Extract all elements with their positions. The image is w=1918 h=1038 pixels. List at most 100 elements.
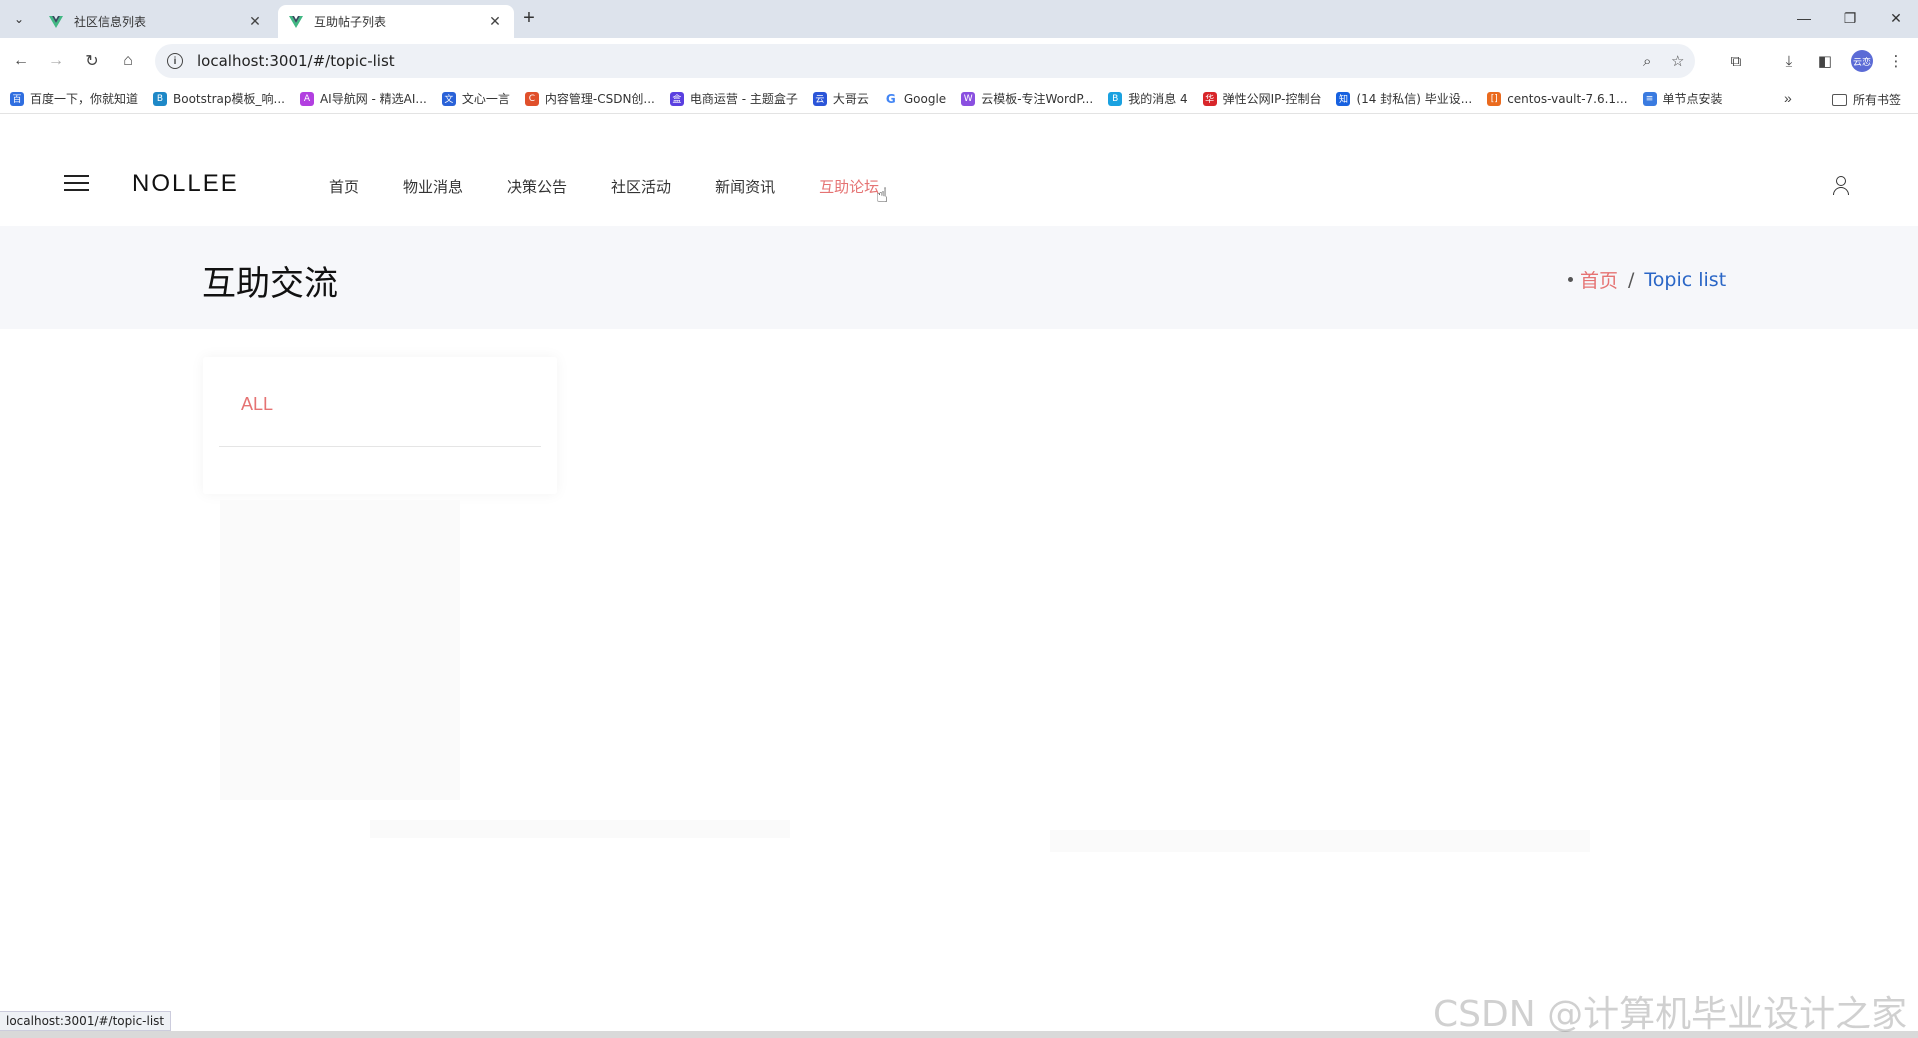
site-info-icon[interactable]: i: [167, 53, 183, 69]
new-tab-button[interactable]: +: [518, 8, 540, 30]
watermark: CSDN @计算机毕业设计之家: [1433, 994, 1908, 1035]
vue-icon: [289, 15, 303, 28]
bookmark-label: AI导航网 - 精选AI...: [319, 92, 427, 106]
bookmark-item[interactable]: 盒电商运营 - 主题盒子: [669, 90, 798, 107]
breadcrumb-home-link[interactable]: 首页: [1580, 266, 1618, 293]
breadcrumb-current: Topic list: [1644, 268, 1727, 291]
vue-icon: [49, 15, 63, 28]
page-title: 互助交流: [202, 264, 338, 304]
bookmark-favicon-icon: A: [299, 91, 314, 106]
bookmark-label: 云模板-专注WordP...: [981, 92, 1094, 106]
bookmark-item[interactable]: G Google: [883, 91, 947, 106]
bookmark-favicon-icon: 文: [441, 91, 456, 106]
filter-all-link[interactable]: ALL: [241, 394, 273, 415]
bookmark-favicon-icon: 盒: [669, 91, 684, 106]
bookmark-label: (14 封私信) 毕业设...: [1356, 92, 1473, 106]
zoom-icon[interactable]: ⌕: [1643, 44, 1651, 78]
bookmark-label: Bootstrap模板_响...: [173, 92, 285, 106]
hand-cursor-icon: ☝: [876, 185, 889, 207]
browser-toolbar: ← → ↻ ⌂ i localhost:3001/#/topic-list ⌕ …: [0, 38, 1918, 84]
bookmark-favicon-icon: C: [524, 91, 539, 106]
tab-search-dropdown-icon[interactable]: ⌄: [8, 8, 30, 30]
site-logo[interactable]: NOLLEE: [132, 170, 239, 198]
home-icon[interactable]: ⌂: [116, 49, 140, 73]
restore-icon[interactable]: ❐: [1832, 6, 1868, 30]
breadcrumb-separator: /: [1628, 268, 1635, 291]
all-bookmarks-button[interactable]: 所有书签: [1832, 91, 1901, 108]
reload-icon[interactable]: ↻: [80, 49, 104, 73]
nav-decision-notices[interactable]: 决策公告: [507, 176, 567, 197]
breadcrumb: 首页 / Topic list: [1568, 266, 1726, 293]
close-window-icon[interactable]: ✕: [1878, 6, 1914, 30]
download-icon[interactable]: ⤓: [1777, 49, 1801, 73]
google-icon: G: [883, 91, 898, 106]
bookmark-favicon-icon: []: [1487, 91, 1502, 106]
bookmark-favicon-icon: 云: [812, 91, 827, 106]
bookmark-item[interactable]: B 我的消息 4: [1108, 90, 1188, 107]
browser-tab-active[interactable]: 互助帖子列表 ✕: [278, 5, 514, 38]
bookmarks-overflow-icon[interactable]: »: [1784, 90, 1792, 106]
user-account-icon[interactable]: [1832, 176, 1850, 196]
hamburger-menu-icon[interactable]: [64, 175, 89, 193]
main-nav: 首页 物业消息 决策公告 社区活动 新闻资讯 互助论坛: [329, 176, 923, 197]
bookmark-favicon-icon: W: [961, 91, 976, 106]
layers-icon: ≡: [1642, 91, 1657, 106]
bookmark-label: 文心一言: [461, 92, 510, 106]
bookmark-item[interactable]: ≡ 单节点安装: [1642, 90, 1723, 107]
bookmark-label: 弹性公网IP-控制台: [1222, 92, 1322, 106]
bookmark-label: centos-vault-7.6.1...: [1507, 91, 1628, 106]
nav-news[interactable]: 新闻资讯: [715, 176, 775, 197]
bookmark-label: 电商运营 - 主题盒子: [689, 92, 798, 106]
bookmark-favicon-icon: 百: [10, 91, 24, 106]
address-bar[interactable]: i localhost:3001/#/topic-list ⌕ ☆: [155, 44, 1695, 78]
huawei-icon: 华: [1202, 91, 1217, 106]
side-panel-icon[interactable]: ◧: [1813, 49, 1837, 73]
nav-community-activities[interactable]: 社区活动: [611, 176, 671, 197]
loading-placeholder: [210, 500, 1610, 880]
browser-tab-bar: ⌄ 社区信息列表 ✕ 互助帖子列表 ✕ + — ❐ ✕: [0, 0, 1918, 38]
bookmark-star-icon[interactable]: ☆: [1671, 44, 1684, 78]
bookmark-label: 百度一下，你就知道: [30, 92, 139, 106]
extensions-icon[interactable]: ⧉: [1724, 49, 1748, 73]
bookmark-item[interactable]: 云大哥云: [812, 90, 869, 107]
bookmark-item[interactable]: [] centos-vault-7.6.1...: [1487, 91, 1628, 106]
category-filter-card: ALL: [203, 357, 557, 494]
nav-home[interactable]: 首页: [329, 176, 359, 197]
bookmark-item[interactable]: W 云模板-专注WordP...: [961, 90, 1093, 107]
status-bar-url: localhost:3001/#/topic-list: [0, 1011, 172, 1031]
all-bookmarks-label: 所有书签: [1853, 93, 1902, 107]
nav-property-messages[interactable]: 物业消息: [403, 176, 463, 197]
address-url[interactable]: localhost:3001/#/topic-list: [197, 52, 395, 70]
bookmark-item[interactable]: B Bootstrap模板_响...: [153, 90, 285, 107]
bookmark-item[interactable]: A AI导航网 - 精选AI...: [299, 90, 427, 107]
bookmarks-bar: 百百度一下，你就知道 B Bootstrap模板_响... A AI导航网 - 精选…: [0, 84, 1918, 114]
bookmark-label: 大哥云: [832, 92, 869, 106]
close-tab-icon[interactable]: ✕: [246, 13, 264, 31]
bookmark-item[interactable]: 文文心一言: [441, 90, 510, 107]
minimize-icon[interactable]: —: [1786, 6, 1822, 30]
menu-kebab-icon[interactable]: ⋮: [1884, 49, 1908, 73]
browser-tab[interactable]: 社区信息列表 ✕: [38, 5, 274, 38]
back-icon[interactable]: ←: [9, 49, 33, 73]
tab-title: 社区信息列表: [74, 15, 147, 29]
bookmark-label: Google: [903, 91, 947, 106]
bookmark-label: 单节点安装: [1662, 92, 1723, 106]
bookmark-favicon-icon: B: [1108, 91, 1123, 106]
bookmark-item[interactable]: 知 (14 封私信) 毕业设...: [1336, 90, 1472, 107]
folder-icon: [1832, 93, 1847, 106]
close-tab-icon[interactable]: ✕: [486, 13, 504, 31]
breadcrumb-dot-icon: [1568, 277, 1573, 282]
tab-title: 互助帖子列表: [314, 15, 387, 29]
page-banner: 互助交流 首页 / Topic list: [0, 226, 1918, 329]
bookmark-item[interactable]: 华弹性公网IP-控制台: [1202, 90, 1322, 107]
bookmark-favicon-icon: B: [153, 91, 168, 106]
bookmark-item[interactable]: 百百度一下，你就知道: [10, 90, 138, 107]
divider: [219, 446, 541, 447]
profile-avatar[interactable]: 云恋: [1851, 50, 1873, 72]
bookmark-item[interactable]: C 内容管理-CSDN创...: [524, 90, 655, 107]
site-header: NOLLEE 首页 物业消息 决策公告 社区活动 新闻资讯 互助论坛: [0, 114, 1918, 226]
forward-icon[interactable]: →: [44, 49, 68, 73]
bookmark-label: 内容管理-CSDN创...: [544, 92, 655, 106]
zhihu-icon: 知: [1336, 91, 1351, 106]
nav-forum[interactable]: 互助论坛: [819, 176, 879, 197]
